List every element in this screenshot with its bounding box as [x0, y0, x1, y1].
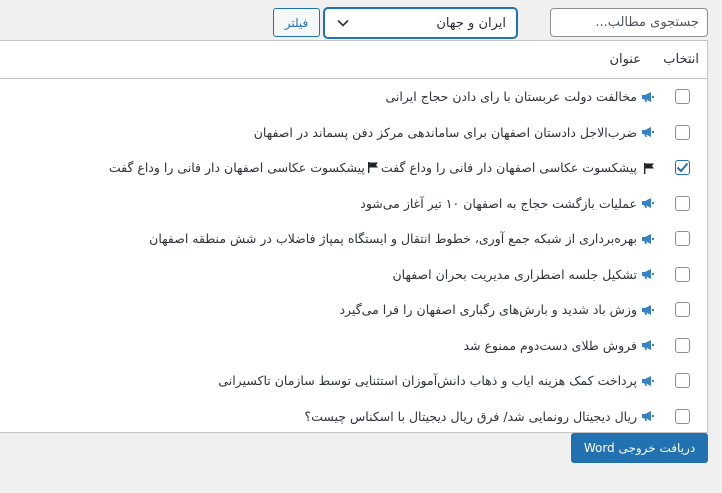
- megaphone-icon: [641, 197, 655, 209]
- table-row: تشکیل جلسه اضطراری مدیریت بحران اصفهان: [0, 257, 707, 293]
- filter-button[interactable]: فیلتر: [273, 8, 320, 37]
- row-checkbox[interactable]: [675, 231, 690, 247]
- table-row: پرداخت کمک هزینه ایاب و ذهاب دانش‌آموزان…: [0, 363, 707, 399]
- megaphone-icon: [641, 233, 655, 245]
- table-body: مخالفت دولت عربستان با رای دادن حجاج ایر…: [0, 79, 707, 434]
- posts-table: انتخاب عنوان مخالفت دولت عربستان با رای …: [0, 40, 708, 433]
- row-checkbox[interactable]: [675, 373, 690, 389]
- row-title: پیشکسوت عکاسی اصفهان دار فانی را وداع گف…: [109, 160, 637, 176]
- column-header-title: عنوان: [609, 52, 641, 67]
- export-word-button[interactable]: دریافت خروجی Word: [571, 433, 708, 463]
- flag-icon: [367, 161, 379, 176]
- table-row: ضرب‌الاجل دادستان اصفهان برای ساماندهی م…: [0, 115, 707, 151]
- column-header-select-label: انتخاب: [663, 52, 699, 67]
- megaphone-icon: [641, 375, 655, 387]
- column-header-select: انتخاب: [645, 52, 707, 67]
- megaphone-icon: [641, 91, 655, 103]
- row-checkbox[interactable]: [675, 195, 690, 211]
- row-title: ریال دیجیتال رونمایی شد/ فرق ریال دیجیتا…: [304, 408, 637, 424]
- row-title: ضرب‌الاجل دادستان اصفهان برای ساماندهی م…: [253, 124, 637, 140]
- table-row: عملیات بازگشت حجاج به اصفهان ۱۰ تیر آغاز…: [0, 186, 707, 222]
- table-header: انتخاب عنوان: [0, 41, 707, 79]
- row-checkbox[interactable]: [675, 89, 690, 105]
- megaphone-icon: [641, 268, 655, 280]
- table-row: ریال دیجیتال رونمایی شد/ فرق ریال دیجیتا…: [0, 399, 707, 435]
- chevron-down-icon: [335, 16, 349, 30]
- category-select[interactable]: ایران و جهان: [324, 8, 517, 38]
- category-select-value: ایران و جهان: [436, 15, 506, 31]
- row-checkbox[interactable]: [675, 266, 690, 282]
- row-checkbox[interactable]: [675, 408, 690, 424]
- row-checkbox[interactable]: [675, 160, 690, 176]
- row-title: عملیات بازگشت حجاج به اصفهان ۱۰ تیر آغاز…: [360, 195, 637, 211]
- table-row: بهره‌برداری از شبکه جمع آوری، خطوط انتقا…: [0, 221, 707, 257]
- row-title: تشکیل جلسه اضطراری مدیریت بحران اصفهان: [392, 266, 637, 282]
- row-title: پرداخت کمک هزینه ایاب و ذهاب دانش‌آموزان…: [218, 373, 637, 389]
- row-title: وزش باد شدید و بارش‌های رگباری اصفهان را…: [339, 302, 637, 318]
- row-checkbox[interactable]: [675, 124, 690, 140]
- megaphone-icon: [641, 410, 655, 422]
- table-row: فروش طلای دست‌دوم ممنوع شد: [0, 328, 707, 364]
- row-checkbox[interactable]: [675, 302, 690, 318]
- row-title-part: پیشکسوت عکاسی اصفهان دار فانی را وداع گف…: [380, 159, 637, 175]
- search-input[interactable]: [550, 8, 708, 37]
- table-row: مخالفت دولت عربستان با رای دادن حجاج ایر…: [0, 79, 707, 115]
- row-title: مخالفت دولت عربستان با رای دادن حجاج ایر…: [385, 89, 637, 105]
- flag-icon: [641, 162, 655, 174]
- megaphone-icon: [641, 304, 655, 316]
- table-row: وزش باد شدید و بارش‌های رگباری اصفهان را…: [0, 292, 707, 328]
- megaphone-icon: [641, 339, 655, 351]
- row-title: بهره‌برداری از شبکه جمع آوری، خطوط انتقا…: [149, 231, 637, 247]
- row-title: فروش طلای دست‌دوم ممنوع شد: [463, 337, 637, 353]
- row-title-part: پیشکسوت عکاسی اصفهان دار فانی را وداع گف…: [108, 159, 365, 175]
- table-row: پیشکسوت عکاسی اصفهان دار فانی را وداع گف…: [0, 150, 707, 186]
- row-checkbox[interactable]: [675, 337, 690, 353]
- megaphone-icon: [641, 126, 655, 138]
